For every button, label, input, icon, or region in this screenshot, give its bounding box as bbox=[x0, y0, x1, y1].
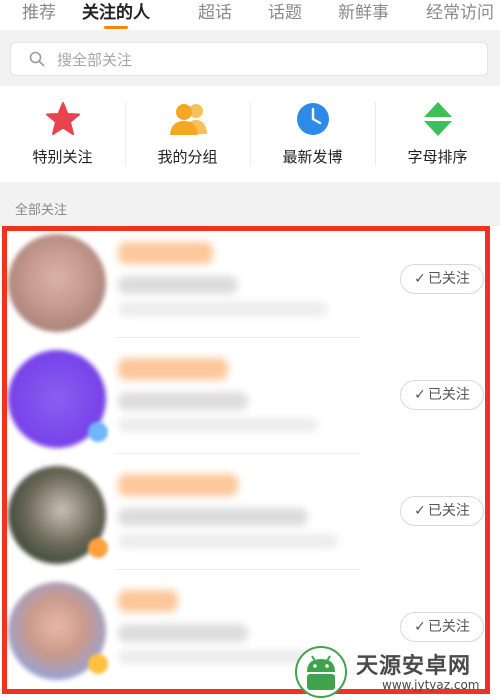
search-box[interactable] bbox=[10, 42, 488, 76]
special-follow-button[interactable]: 特别关注 bbox=[0, 86, 125, 182]
tab-news[interactable]: 新鲜事 bbox=[338, 0, 389, 23]
android-logo-icon bbox=[295, 646, 347, 698]
quick-actions: 特别关注 我的分组 最新发博 字母排序 bbox=[0, 86, 500, 182]
highlight-box bbox=[2, 226, 490, 694]
search-bar bbox=[0, 30, 500, 86]
tab-super-topic[interactable]: 超话 bbox=[198, 0, 232, 23]
special-follow-label: 特别关注 bbox=[32, 148, 93, 166]
my-groups-button[interactable]: 我的分组 bbox=[125, 86, 250, 182]
watermark-url: www.jytyaz.com bbox=[382, 678, 480, 692]
alphabetical-sort-button[interactable]: 字母排序 bbox=[375, 86, 500, 182]
sort-icon bbox=[424, 102, 452, 136]
section-header: 全部关注 bbox=[0, 182, 500, 226]
watermark-name: 天源安卓网 bbox=[356, 654, 472, 679]
latest-posts-button[interactable]: 最新发博 bbox=[250, 86, 375, 182]
section-title: 全部关注 bbox=[15, 203, 68, 218]
active-tab-indicator bbox=[104, 26, 128, 29]
search-input[interactable] bbox=[55, 47, 479, 73]
latest-posts-label: 最新发博 bbox=[282, 148, 343, 166]
top-tab-bar: 推荐 关注的人 超话 话题 新鲜事 经常访问 bbox=[0, 0, 500, 30]
star-icon bbox=[46, 102, 80, 135]
group-icon bbox=[170, 104, 207, 135]
tab-frequent[interactable]: 经常访问 bbox=[426, 0, 494, 23]
watermark: 天源安卓网 www.jytyaz.com bbox=[290, 640, 500, 700]
tab-following[interactable]: 关注的人 bbox=[82, 0, 150, 23]
clock-icon bbox=[297, 103, 329, 135]
alphabetical-sort-label: 字母排序 bbox=[407, 148, 468, 166]
search-icon bbox=[29, 51, 45, 67]
my-groups-label: 我的分组 bbox=[157, 148, 218, 166]
tab-recommend[interactable]: 推荐 bbox=[22, 0, 56, 23]
tab-topic[interactable]: 话题 bbox=[268, 0, 302, 23]
